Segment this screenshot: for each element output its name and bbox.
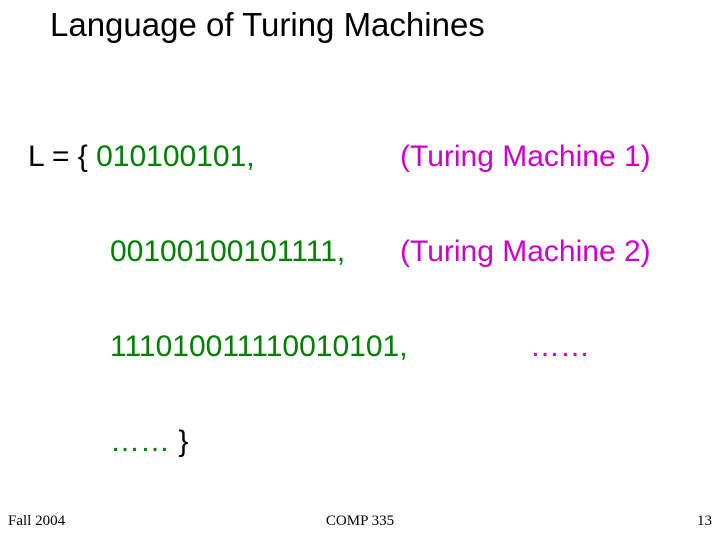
set-close: } bbox=[170, 425, 188, 458]
set-prefix: L = { bbox=[28, 140, 96, 173]
line-4: …… } bbox=[110, 425, 188, 459]
tm3-encoding: 111010011110010101, bbox=[110, 330, 408, 364]
line-1-left: L = { 010100101, bbox=[28, 140, 255, 174]
slide-title: Language of Turing Machines bbox=[50, 6, 485, 44]
slide: Language of Turing Machines L = { 010100… bbox=[0, 0, 720, 540]
tm2-label: (Turing Machine 2) bbox=[400, 235, 651, 269]
ellipsis-label: …… bbox=[530, 330, 590, 364]
tm2-encoding: 00100100101111, bbox=[110, 235, 345, 269]
set-ellipsis: …… bbox=[110, 425, 170, 458]
footer-right: 13 bbox=[697, 513, 712, 530]
tm1-label: (Turing Machine 1) bbox=[400, 140, 651, 174]
tm1-encoding: 010100101, bbox=[96, 140, 255, 173]
footer-center: COMP 335 bbox=[0, 513, 720, 530]
